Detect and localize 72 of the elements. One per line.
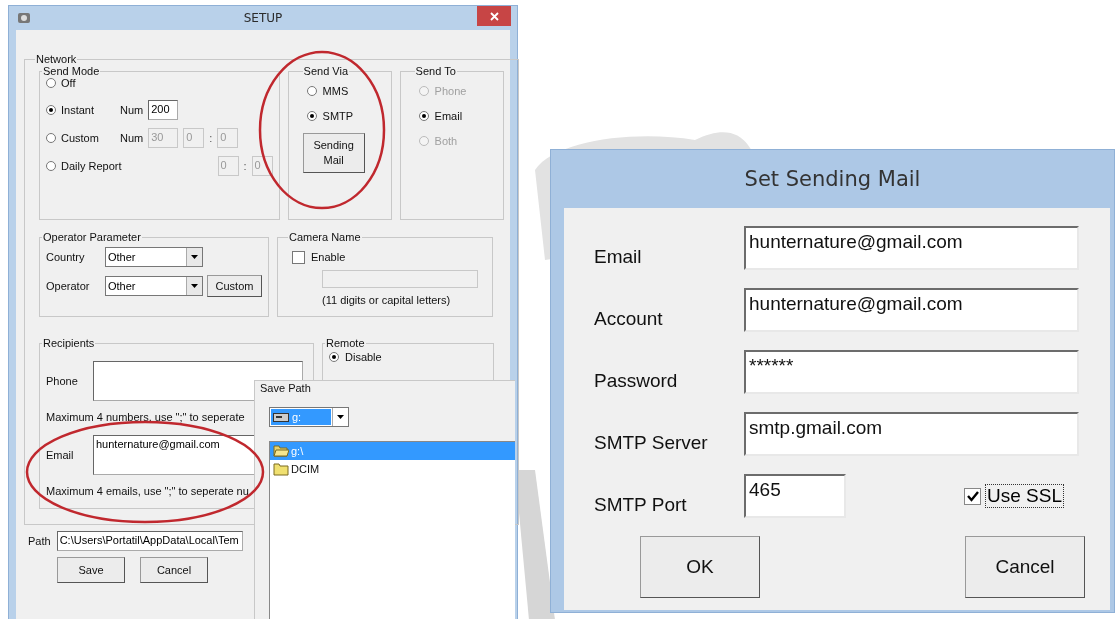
text-field[interactable]: hunternature@gmail.com bbox=[744, 288, 1079, 332]
group-label: Network bbox=[35, 53, 78, 65]
close-icon bbox=[489, 11, 499, 21]
group-label: Save Path bbox=[260, 382, 311, 394]
dialog-button[interactable]: Save bbox=[57, 557, 125, 583]
option-label: Both bbox=[434, 135, 458, 147]
field-label: Password bbox=[594, 370, 679, 393]
field-label: Email bbox=[46, 449, 75, 461]
text-field[interactable]: ****** bbox=[744, 350, 1079, 394]
group-label: Remote bbox=[325, 337, 366, 349]
field-label: Email bbox=[594, 246, 643, 269]
radio-button[interactable] bbox=[306, 86, 317, 96]
field-label: Phone bbox=[46, 375, 79, 387]
open-folder-icon bbox=[273, 444, 289, 458]
field-label: Account bbox=[594, 308, 664, 331]
camera-name-field[interactable] bbox=[322, 270, 478, 288]
checkbox-label: Use SSL bbox=[985, 484, 1064, 508]
group-label: Send To bbox=[414, 65, 457, 77]
field-label: Path bbox=[28, 535, 51, 547]
window-title: Set Sending Mail bbox=[744, 167, 921, 191]
text-field[interactable]: smtp.gmail.com bbox=[744, 412, 1079, 456]
num-label: Num bbox=[120, 132, 144, 144]
option-label: Email bbox=[434, 110, 463, 122]
option-label: Custom bbox=[61, 132, 100, 144]
option-label: SMTP bbox=[322, 110, 354, 122]
hint-text: Maximum 4 numbers, use ";" to seperate bbox=[46, 411, 245, 423]
dialog-button[interactable]: OK bbox=[640, 536, 760, 598]
radio-button[interactable] bbox=[46, 105, 56, 115]
dropdown[interactable]: Other bbox=[105, 276, 203, 296]
camera-icon bbox=[17, 11, 31, 25]
checkbox[interactable] bbox=[292, 250, 305, 264]
group-label: Operator Parameter bbox=[42, 231, 142, 243]
hint-text: Maximum 4 emails, use ";" to seperate nu bbox=[46, 485, 249, 497]
option-label: MMS bbox=[322, 85, 349, 97]
group-label: Send Mode bbox=[42, 65, 101, 77]
num-label: Num bbox=[120, 104, 144, 116]
option-label: Phone bbox=[434, 85, 467, 97]
time-separator: : bbox=[209, 132, 213, 144]
option-label: Instant bbox=[61, 104, 96, 116]
radio-button[interactable] bbox=[418, 111, 429, 121]
path-field[interactable]: C:\Users\Portatil\AppData\Local\Tem bbox=[56, 531, 243, 551]
drive-icon bbox=[273, 412, 289, 422]
dropdown[interactable]: Other bbox=[105, 247, 203, 267]
radio-button[interactable] bbox=[329, 352, 339, 362]
num-field[interactable]: 200 bbox=[148, 100, 179, 120]
group-label: Recipients bbox=[42, 337, 96, 349]
dialog-button[interactable]: Cancel bbox=[140, 557, 208, 583]
option-label: Daily Report bbox=[61, 160, 122, 172]
field-label: SMTP Port bbox=[594, 494, 688, 517]
time-separator: : bbox=[243, 160, 247, 172]
group-label: Camera Name bbox=[288, 231, 362, 243]
checkbox-label: Enable bbox=[311, 251, 346, 263]
option-label: Disable bbox=[345, 351, 382, 363]
radio-button[interactable] bbox=[46, 133, 56, 143]
custom-button[interactable]: Custom bbox=[207, 275, 262, 297]
option-label: Off bbox=[61, 77, 77, 89]
hint-text: (11 digits or capital letters) bbox=[322, 294, 452, 306]
checkbox[interactable] bbox=[964, 487, 981, 505]
field-label: Operator bbox=[46, 280, 91, 292]
dialog-button[interactable]: Cancel bbox=[965, 536, 1085, 598]
radio-button[interactable] bbox=[46, 78, 56, 88]
radio-button[interactable] bbox=[306, 111, 317, 121]
text-field[interactable]: hunternature@gmail.com bbox=[744, 226, 1079, 270]
field-label: Country bbox=[46, 251, 86, 263]
group-label: Send Via bbox=[302, 65, 350, 77]
radio-button[interactable] bbox=[46, 161, 56, 171]
folder-icon bbox=[273, 462, 289, 476]
field-label: SMTP Server bbox=[594, 432, 709, 455]
sending-mail-button[interactable]: Sending Mail bbox=[302, 133, 365, 173]
port-field[interactable]: 465 bbox=[744, 474, 846, 518]
window-title: SETUP bbox=[242, 11, 284, 25]
close-button[interactable] bbox=[477, 6, 511, 26]
